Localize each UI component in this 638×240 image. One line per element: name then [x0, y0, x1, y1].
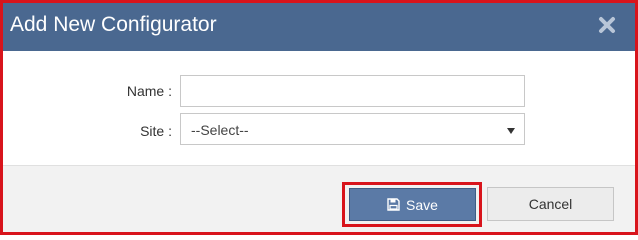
dialog-footer: Save Cancel [3, 165, 635, 232]
caret-down-icon [506, 123, 516, 134]
site-select-value: --Select-- [191, 122, 249, 138]
name-input[interactable] [180, 75, 525, 107]
cancel-button-label: Cancel [528, 196, 573, 212]
dialog-title: Add New Configurator [10, 13, 217, 36]
dialog-header: Add New Configurator [3, 3, 635, 51]
add-configurator-dialog: Add New Configurator Name : Site : --Sel… [0, 0, 638, 235]
dialog-body: Name : Site : --Select-- [3, 51, 635, 165]
save-button-label: Save [406, 196, 438, 213]
save-button[interactable]: Save [349, 188, 476, 221]
floppy-disk-icon [387, 198, 400, 211]
site-select[interactable]: --Select-- [180, 113, 525, 145]
site-label: Site : [140, 123, 172, 139]
close-icon[interactable] [597, 15, 617, 35]
name-label: Name : [126, 83, 172, 99]
cancel-button[interactable]: Cancel [487, 187, 614, 221]
